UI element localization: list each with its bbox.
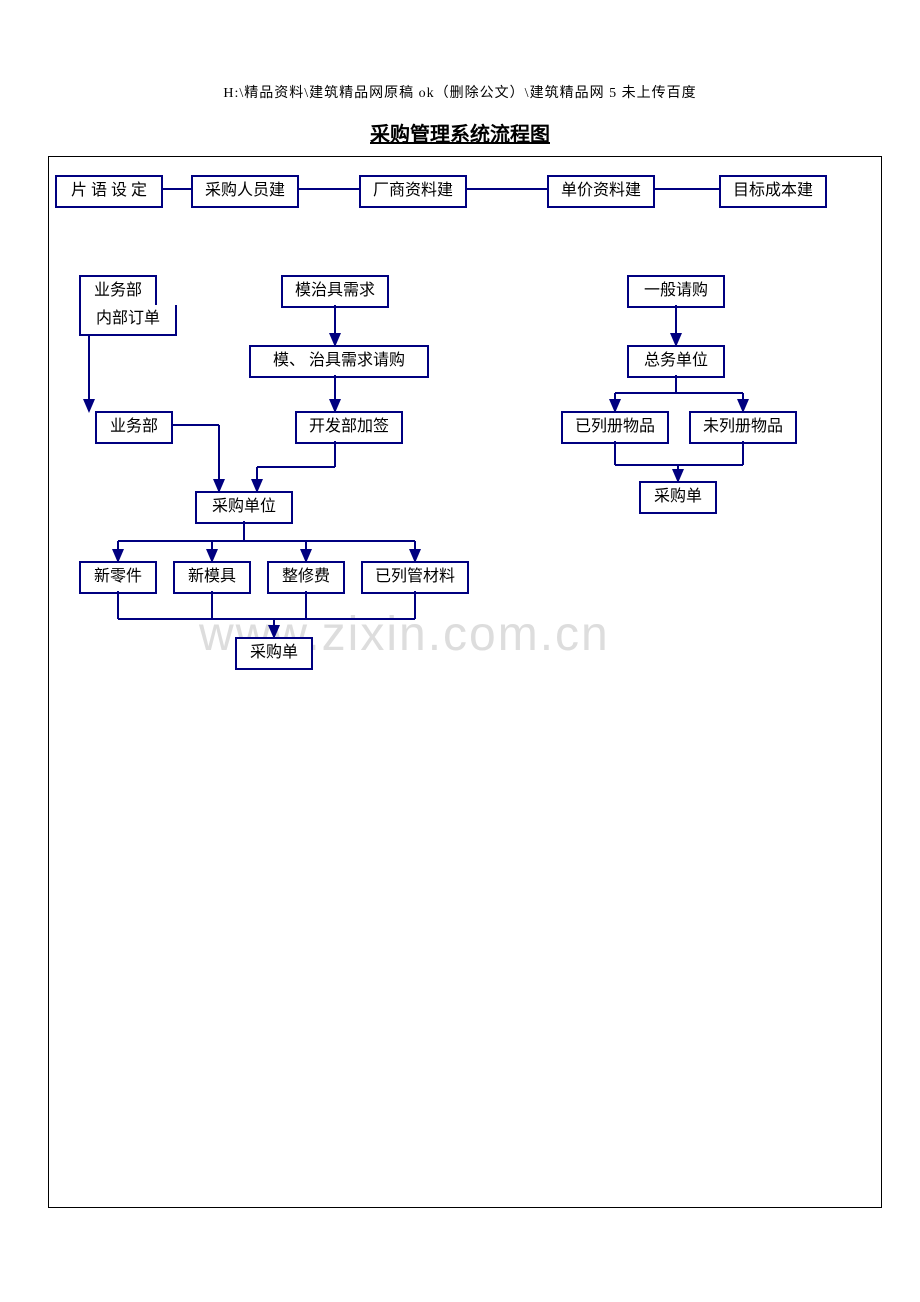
node-unlisted-items: 未列册物品 — [689, 411, 797, 444]
node-new-mold: 新模具 — [173, 561, 251, 594]
node-purchase-order-r: 采购单 — [639, 481, 717, 514]
node-business-dept-2: 业务部 — [95, 411, 173, 444]
node-vendor-data: 厂商资料建 — [359, 175, 467, 208]
diagram-frame: www.zixin.com.cn 片 语 设 定 采购人员建 厂商资料建 单价资… — [48, 156, 882, 1208]
node-unit-price-data: 单价资料建 — [547, 175, 655, 208]
node-purchaser-setup: 采购人员建 — [191, 175, 299, 208]
node-general-request: 一般请购 — [627, 275, 725, 308]
diagram-canvas: www.zixin.com.cn 片 语 设 定 采购人员建 厂商资料建 单价资… — [49, 157, 881, 1207]
node-purchase-order-b: 采购单 — [235, 637, 313, 670]
node-controlled-material: 已列管材料 — [361, 561, 469, 594]
node-repair-fee: 整修费 — [267, 561, 345, 594]
file-path: H:\精品资料\建筑精品网原稿 ok（删除公文）\建筑精品网 5 未上传百度 — [0, 82, 920, 102]
node-mold-fixture-request: 模、 治具需求请购 — [249, 345, 429, 378]
node-business-dept-1: 业务部 — [79, 275, 157, 308]
node-internal-order: 内部订单 — [79, 305, 177, 336]
node-listed-items: 已列册物品 — [561, 411, 669, 444]
node-target-cost: 目标成本建 — [719, 175, 827, 208]
node-dev-countersign: 开发部加签 — [295, 411, 403, 444]
node-phrase-setting: 片 语 设 定 — [55, 175, 163, 208]
node-general-affairs: 总务单位 — [627, 345, 725, 378]
node-purchase-unit: 采购单位 — [195, 491, 293, 524]
page-title: 采购管理系统流程图 — [0, 118, 920, 147]
node-new-parts: 新零件 — [79, 561, 157, 594]
node-mold-fixture-demand: 模治具需求 — [281, 275, 389, 308]
